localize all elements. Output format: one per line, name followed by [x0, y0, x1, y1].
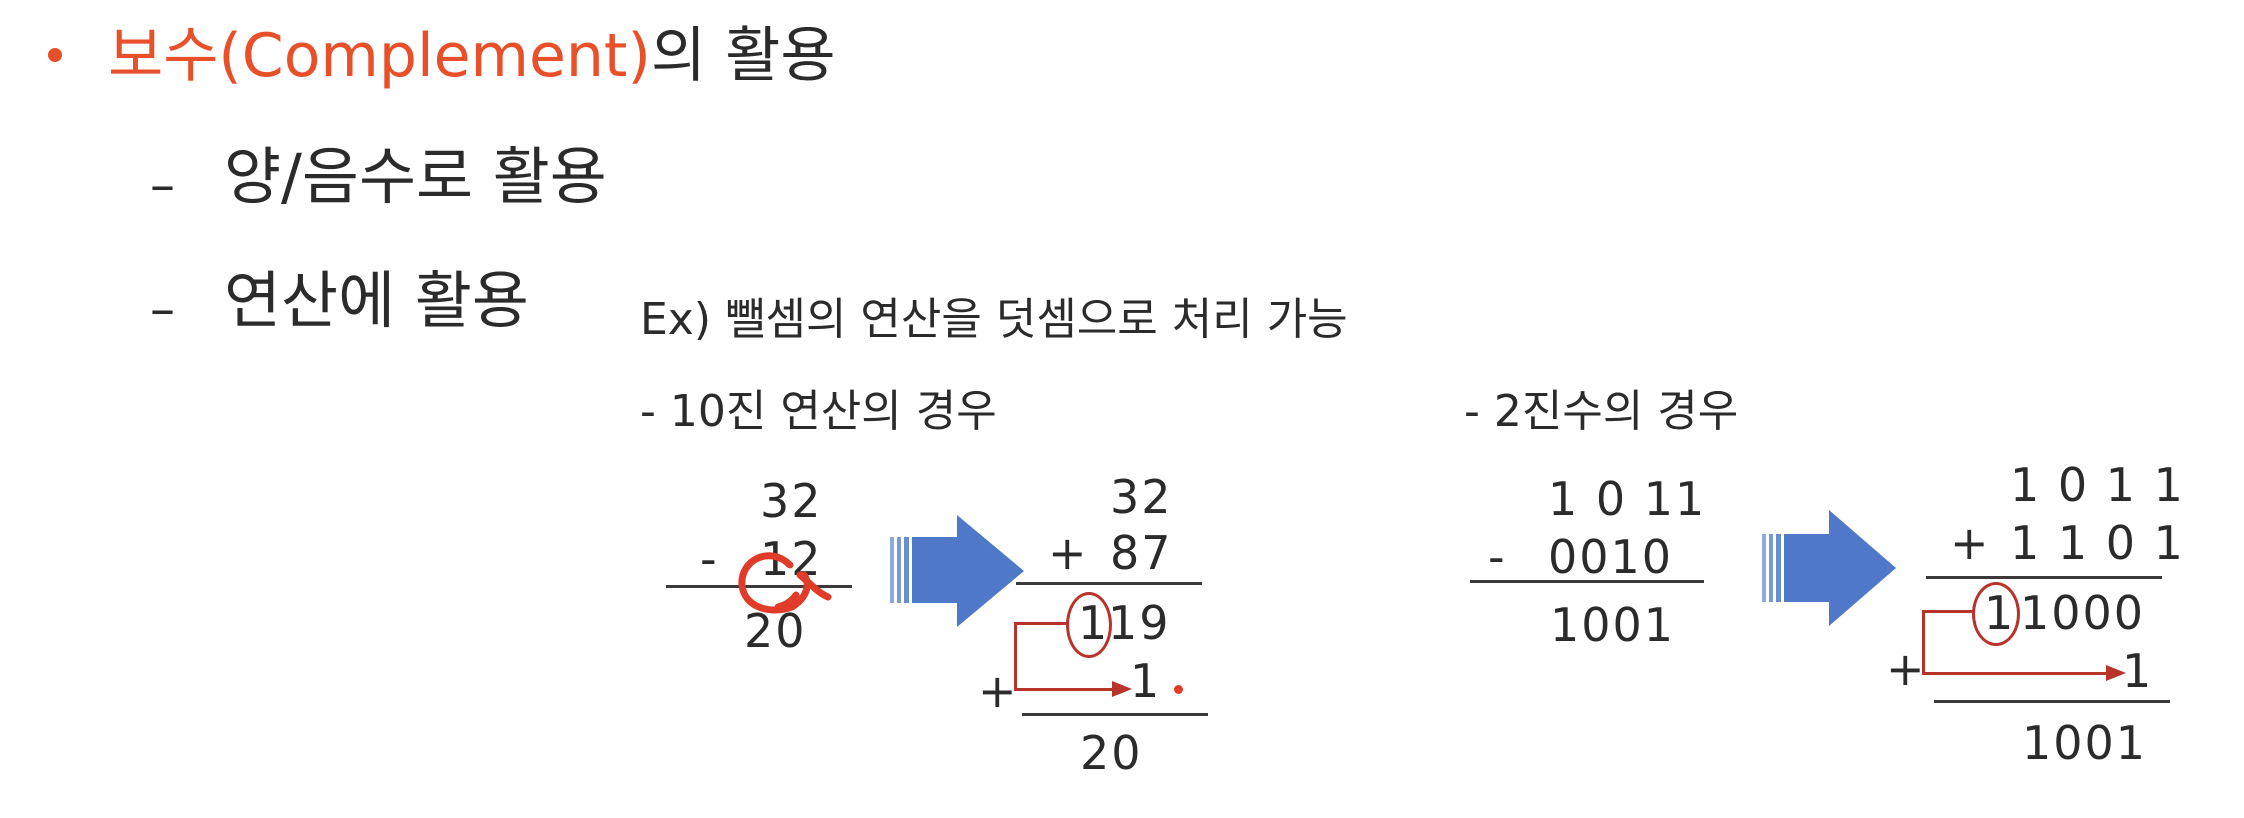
bin-carry-line-bottom	[1922, 672, 2108, 675]
dec-add-op: +	[1048, 526, 1089, 580]
dec-add-partial: 19	[1108, 596, 1171, 650]
dec-add-line	[1016, 582, 1202, 585]
carry-line-bottom	[1014, 688, 1114, 691]
bin-add-result: 1001	[2022, 716, 2148, 770]
bin-add-op: +	[1950, 516, 1991, 570]
bin-final-line	[1934, 700, 2170, 703]
transform-arrow-decimal	[890, 515, 1024, 627]
title-highlight: 보수(Complement)	[108, 21, 651, 91]
dec-sub-a: 32	[760, 474, 823, 528]
bin-carry-line-top	[1922, 610, 1974, 613]
decimal-label: - 10진 연산의 경우	[640, 386, 997, 437]
bullet-dot	[48, 48, 62, 62]
binary-label: - 2진수의 경우	[1464, 386, 1739, 437]
carry-circle-binary	[1972, 582, 2020, 646]
dash-1: –	[150, 156, 175, 214]
dec-add-result: 20	[1080, 726, 1143, 780]
bin-sub-op: -	[1488, 530, 1507, 584]
bin-add-a: 1 0 1 1	[2010, 458, 2185, 512]
bin-add-line	[1926, 576, 2162, 579]
example-title: Ex) 뺄셈의 연산을 덧셈으로 처리 가능	[640, 294, 1348, 345]
dec-final-line	[1022, 713, 1208, 716]
carry-arrowhead	[1112, 681, 1132, 697]
title-suffix: 의 활용	[650, 21, 836, 91]
bin-add-partial: 1000	[2020, 586, 2146, 640]
bin-add-one: 1	[2122, 644, 2154, 698]
carry-circle	[1066, 592, 1112, 658]
cross-out-scribble	[738, 552, 832, 614]
dec-sub-op: -	[700, 532, 719, 586]
bin-sub-result: 1001	[1550, 598, 1676, 652]
dec-add-b: 87	[1110, 526, 1173, 580]
bin-add-plus: +	[1886, 642, 1927, 696]
carry-line-top	[1014, 622, 1068, 625]
bin-sub-b: 0010	[1548, 530, 1674, 584]
page-title: 보수(Complement)의 활용	[108, 26, 836, 86]
dec-add-a: 32	[1110, 470, 1173, 524]
bin-sub-line	[1470, 580, 1704, 583]
red-dot	[1174, 685, 1183, 694]
transform-arrow-binary	[1762, 510, 1896, 626]
dec-add-one: 1	[1130, 654, 1162, 708]
dash-2: –	[150, 280, 175, 338]
bullet-arithmetic: 연산에 활용	[224, 264, 529, 337]
bin-add-b: 1 1 0 1	[2010, 516, 2185, 570]
dec-add-plus: +	[978, 664, 1019, 718]
bin-sub-a: 1 0 11	[1548, 472, 1707, 526]
bullet-signed-numbers: 양/음수로 활용	[224, 140, 607, 213]
